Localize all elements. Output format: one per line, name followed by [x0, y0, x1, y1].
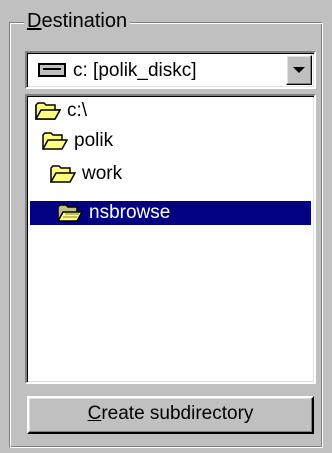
destination-hotkey: D — [27, 10, 42, 32]
drive-combobox-value: c: [polik_diskc] — [73, 60, 197, 81]
destination-label-text: estination — [41, 10, 128, 32]
folder-open-icon — [57, 204, 83, 222]
tree-item-label: work — [82, 163, 123, 184]
create-button-label: reate subdirectory — [101, 403, 254, 424]
tree-item-label: c:\ — [67, 100, 88, 121]
tree-item-label: nsbrowse — [89, 202, 171, 223]
chevron-down-icon — [293, 67, 305, 73]
folder-open-icon — [42, 132, 68, 150]
folder-tree[interactable]: c:\ polik work nsbrowse — [25, 94, 316, 384]
folder-open-icon — [35, 102, 61, 120]
tree-item-label: polik — [74, 130, 114, 151]
combobox-dropdown-button[interactable] — [286, 55, 312, 85]
drive-combobox[interactable]: c: [polik_diskc] — [25, 51, 316, 89]
create-subdirectory-button[interactable]: Create subdirectory — [27, 396, 314, 434]
destination-group-label: Destination — [24, 8, 131, 34]
create-hotkey: C — [87, 403, 102, 424]
destination-panel: Destination c: [polik_diskc] c:\ polik w… — [0, 0, 332, 453]
folder-open-icon — [50, 165, 76, 183]
drive-icon — [38, 63, 66, 77]
